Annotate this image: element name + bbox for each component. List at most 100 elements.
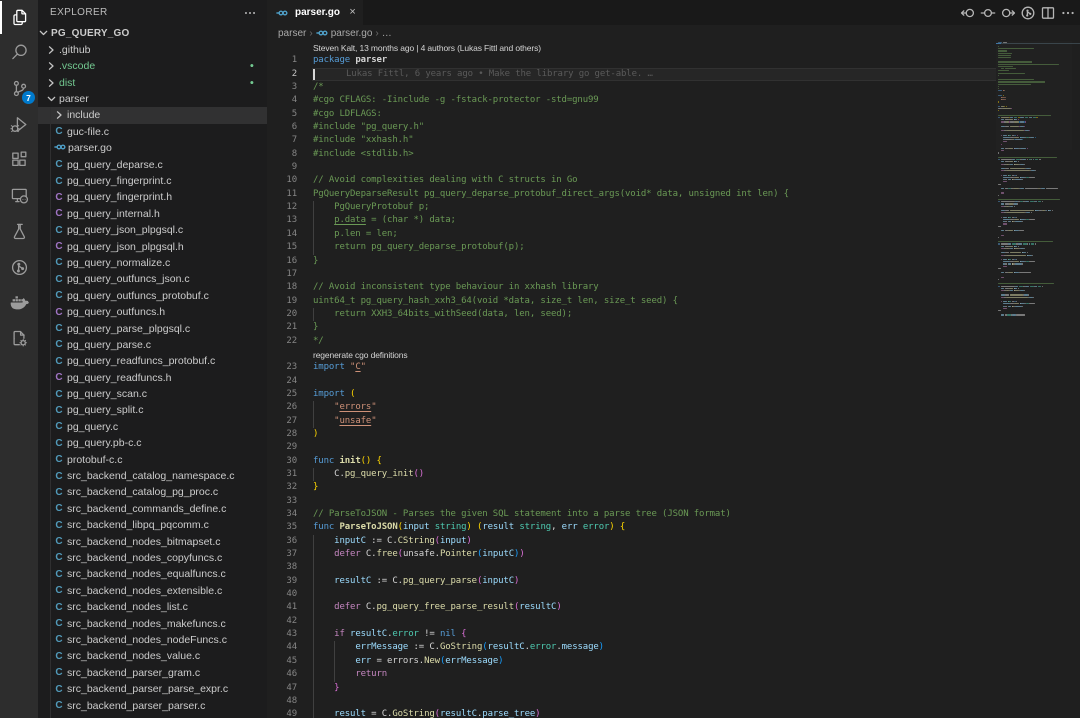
- code-line-49: 49 result = C.GoString(resultC.parse_tre…: [267, 708, 996, 718]
- file-item-src-backend-parser-parse-expr-c[interactable]: Csrc_backend_parser_parse_expr.c: [38, 681, 267, 697]
- folder-item--vscode[interactable]: .vscode●: [38, 58, 267, 74]
- tab-parser-go[interactable]: parser.go ×: [267, 0, 364, 25]
- folder-item-include[interactable]: include: [38, 107, 267, 123]
- file-item-pg-query-fingerprint-h[interactable]: Cpg_query_fingerprint.h: [38, 189, 267, 205]
- breadcrumb-item[interactable]: parser: [278, 28, 306, 39]
- file-item-pg-query-outfuncs-h[interactable]: Cpg_query_outfuncs.h: [38, 304, 267, 320]
- split-editor-icon[interactable]: [1038, 3, 1058, 23]
- open-changes-working-icon[interactable]: [978, 3, 998, 23]
- file-item-src-backend-nodes-value-c[interactable]: Csrc_backend_nodes_value.c: [38, 648, 267, 664]
- folder-item--github[interactable]: .github: [38, 42, 267, 58]
- code-line-30: 30func init() {: [267, 455, 996, 468]
- file-item-pg-query-deparse-c[interactable]: Cpg_query_deparse.c: [38, 156, 267, 172]
- line-content: [297, 588, 996, 601]
- file-item-pg-query-fingerprint-c[interactable]: Cpg_query_fingerprint.c: [38, 173, 267, 189]
- file-item-pg-query-parse-plpgsql-c[interactable]: Cpg_query_parse_plpgsql.c: [38, 320, 267, 336]
- line-number: 1: [267, 54, 297, 67]
- more-actions-icon[interactable]: [1058, 3, 1078, 23]
- file-item-guc-file-c[interactable]: Cguc-file.c: [38, 124, 267, 140]
- docker-icon[interactable]: [0, 285, 38, 320]
- codelens-blame-authors[interactable]: Steven Kalt, 13 months ago | 4 authors (…: [297, 41, 996, 54]
- token-fnb: ParseToJSON: [339, 522, 397, 532]
- line-number: 39: [267, 575, 297, 588]
- explorer-sidebar: EXPLORER PG_QUERY_GO.github.vscode●dist●…: [38, 0, 267, 718]
- open-changes-next-icon[interactable]: [998, 3, 1018, 23]
- file-item-pg-query-readfuncs-protobuf-c[interactable]: Cpg_query_readfuncs_protobuf.c: [38, 353, 267, 369]
- file-item-pg-query-outfuncs-json-c[interactable]: Cpg_query_outfuncs_json.c: [38, 271, 267, 287]
- file-item-src-backend-commands-define-c[interactable]: Csrc_backend_commands_define.c: [38, 501, 267, 517]
- search-icon[interactable]: [0, 35, 38, 70]
- file-item-src-backend-nodes-extensible-c[interactable]: Csrc_backend_nodes_extensible.c: [38, 583, 267, 599]
- file-item-src-backend-nodes-equalfuncs-c[interactable]: Csrc_backend_nodes_equalfuncs.c: [38, 566, 267, 582]
- file-item-src-backend-parser-parser-c[interactable]: Csrc_backend_parser_parser.c: [38, 697, 267, 713]
- token-pl: [313, 602, 334, 612]
- file-item-pg-query-pb-c-c[interactable]: Cpg_query.pb-c.c: [38, 435, 267, 451]
- file-item-pg-query-readfuncs-h[interactable]: Cpg_query_readfuncs.h: [38, 370, 267, 386]
- breadcrumb-item[interactable]: parser.go: [316, 28, 373, 39]
- chevron-right-icon: [46, 75, 56, 91]
- file-item-src-backend-nodes-copyfuncs-c[interactable]: Csrc_backend_nodes_copyfuncs.c: [38, 550, 267, 566]
- source-control-icon[interactable]: 7: [0, 71, 38, 106]
- gutter: [267, 348, 297, 361]
- line-number: 25: [267, 388, 297, 401]
- line-number: 17: [267, 268, 297, 281]
- file-item-pg-query-parse-c[interactable]: Cpg_query_parse.c: [38, 337, 267, 353]
- token-ctl: if: [334, 629, 345, 639]
- folder-item-dist[interactable]: dist●: [38, 74, 267, 90]
- file-item-src-backend-nodes-list-c[interactable]: Csrc_backend_nodes_list.c: [38, 599, 267, 615]
- token-fn: pg_query_parse: [403, 576, 477, 586]
- tree-item-label: src_backend_nodes_value.c: [67, 650, 200, 662]
- line-number: 23: [267, 361, 297, 374]
- file-item-src-backend-libpq-pqcomm-c[interactable]: Csrc_backend_libpq_pqcomm.c: [38, 517, 267, 533]
- file-item-src-backend-nodes-bitmapset-c[interactable]: Csrc_backend_nodes_bitmapset.c: [38, 533, 267, 549]
- testing-icon[interactable]: [0, 214, 38, 249]
- codelens-regenerate-cgo[interactable]: regenerate cgo definitions: [297, 348, 996, 361]
- breadcrumb-item[interactable]: …: [382, 28, 392, 39]
- gitlens-file-history-icon[interactable]: [1018, 3, 1038, 23]
- file-item-pg-query-json-plpgsql-h[interactable]: Cpg_query_json_plpgsql.h: [38, 238, 267, 254]
- minimap[interactable]: [996, 41, 1072, 718]
- remote-explorer-icon[interactable]: [0, 178, 38, 213]
- file-item-protobuf-c-c[interactable]: Cprotobuf-c.c: [38, 451, 267, 467]
- file-item-src-backend-parser-gram-c[interactable]: Csrc_backend_parser_gram.c: [38, 665, 267, 681]
- extensions-icon[interactable]: [0, 142, 38, 177]
- code-line-26: 26 "errors": [267, 401, 996, 414]
- code-line-41: 41 defer C.pg_query_free_parse_result(re…: [267, 601, 996, 614]
- explorer-icon[interactable]: [0, 0, 38, 35]
- file-item-src-backend-nodes-makefuncs-c[interactable]: Csrc_backend_nodes_makefuncs.c: [38, 615, 267, 631]
- file-item-pg-query-internal-h[interactable]: Cpg_query_internal.h: [38, 206, 267, 222]
- editor-actions: [958, 0, 1078, 25]
- open-changes-prev-icon[interactable]: [958, 3, 978, 23]
- file-item-src-backend-nodes-nodefuncs-c[interactable]: Csrc_backend_nodes_nodeFuncs.c: [38, 632, 267, 648]
- editorconfig-icon[interactable]: [0, 321, 38, 356]
- file-item-pg-query-normalize-c[interactable]: Cpg_query_normalize.c: [38, 255, 267, 271]
- run-debug-icon[interactable]: [0, 107, 38, 142]
- code-area: Steven Kalt, 13 months ago | 4 authors (…: [267, 41, 996, 718]
- sidebar-title: EXPLORER: [50, 7, 108, 18]
- editor-pane[interactable]: Steven Kalt, 13 months ago | 4 authors (…: [267, 41, 1080, 718]
- file-item-pg-query-split-c[interactable]: Cpg_query_split.c: [38, 402, 267, 418]
- file-item-src-backend-catalog-namespace-c[interactable]: Csrc_backend_catalog_namespace.c: [38, 468, 267, 484]
- file-item-src-backend-catalog-pg-proc-c[interactable]: Csrc_backend_catalog_pg_proc.c: [38, 484, 267, 500]
- file-item-pg-query-c[interactable]: Cpg_query.c: [38, 419, 267, 435]
- tab-close-icon[interactable]: ×: [347, 7, 358, 19]
- gitlens-icon[interactable]: [0, 250, 38, 285]
- h-file-icon: C: [54, 372, 64, 383]
- file-item-pg-query-json-plpgsql-c[interactable]: Cpg_query_json_plpgsql.c: [38, 222, 267, 238]
- file-item-pg-query-scan-c[interactable]: Cpg_query_scan.c: [38, 386, 267, 402]
- folder-item-pg-query-go[interactable]: PG_QUERY_GO: [38, 25, 267, 41]
- file-item-parser-go[interactable]: parser.go: [38, 140, 267, 156]
- line-content: [297, 375, 996, 388]
- file-item-pg-query-outfuncs-protobuf-c[interactable]: Cpg_query_outfuncs_protobuf.c: [38, 288, 267, 304]
- minimap-slider[interactable]: [996, 41, 1072, 150]
- token-pl: [313, 536, 334, 546]
- token-cmt: // ParseToJSON - Parses the given SQL st…: [313, 509, 731, 519]
- sidebar-more-actions-button[interactable]: [243, 6, 257, 25]
- line-content: [297, 495, 996, 508]
- code-line-10: 10// Avoid complexities dealing with C s…: [267, 174, 996, 187]
- c-file-icon: C: [54, 585, 64, 596]
- tree-item-label: src_backend_catalog_pg_proc.c: [67, 486, 218, 498]
- code-line-22: 22*/: [267, 335, 996, 348]
- line-number: 30: [267, 455, 297, 468]
- folder-item-parser[interactable]: parser: [38, 91, 267, 107]
